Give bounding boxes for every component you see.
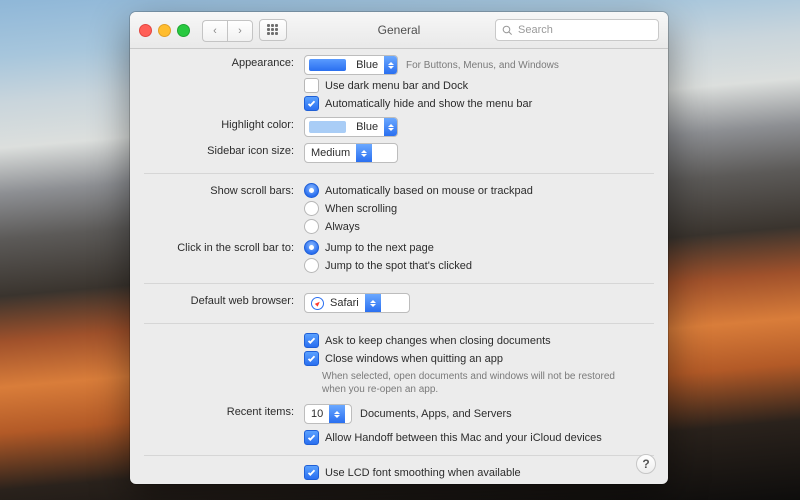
check-icon bbox=[307, 433, 316, 442]
appearance-select[interactable]: Blue bbox=[304, 55, 398, 75]
check-icon bbox=[307, 336, 316, 345]
help-label: ? bbox=[642, 457, 649, 471]
radio-scroll-always[interactable]: Always bbox=[304, 219, 360, 234]
radio-scroll-auto[interactable]: Automatically based on mouse or trackpad bbox=[304, 183, 533, 198]
sidebar-icon-value: Medium bbox=[305, 147, 356, 159]
checkbox-lcd-smoothing[interactable]: Use LCD font smoothing when available bbox=[304, 465, 521, 480]
radio-scroll-when[interactable]: When scrolling bbox=[304, 201, 397, 216]
row-browser: Default web browser: Safari bbox=[130, 290, 668, 317]
checkbox-label: Automatically hide and show the menu bar bbox=[325, 98, 532, 110]
window-controls bbox=[139, 24, 190, 37]
appearance-value: Blue bbox=[350, 59, 384, 71]
appearance-hint: For Buttons, Menus, and Windows bbox=[406, 60, 559, 71]
checkbox-auto-hide-menu[interactable]: Automatically hide and show the menu bar bbox=[304, 96, 532, 111]
radio-label: Jump to the next page bbox=[325, 242, 434, 254]
checkbox-label: Close windows when quitting an app bbox=[325, 353, 503, 365]
desktop-wallpaper: ‹ › General Search Appearance: bbox=[0, 0, 800, 500]
check-icon bbox=[307, 99, 316, 108]
radio-label: Always bbox=[325, 221, 360, 233]
label-browser: Default web browser: bbox=[138, 293, 294, 307]
minimize-button[interactable] bbox=[158, 24, 171, 37]
preferences-body: Appearance: Blue For Buttons, Menus, and… bbox=[130, 49, 668, 484]
help-button[interactable]: ? bbox=[636, 454, 656, 474]
check-icon bbox=[307, 354, 316, 363]
radio-label: When scrolling bbox=[325, 203, 397, 215]
row-doc-options: Ask to keep changes when closing documen… bbox=[130, 330, 668, 401]
checkbox-label: Ask to keep changes when closing documen… bbox=[325, 335, 551, 347]
close-windows-hint: When selected, open documents and window… bbox=[304, 369, 622, 398]
label-sidebar-icon: Sidebar icon size: bbox=[138, 143, 294, 157]
stepper-icon bbox=[356, 144, 372, 162]
label-click-scrollbar: Click in the scroll bar to: bbox=[138, 240, 294, 254]
label-highlight: Highlight color: bbox=[138, 117, 294, 131]
check-icon bbox=[307, 468, 316, 477]
checkbox-label: Use dark menu bar and Dock bbox=[325, 80, 468, 92]
radio-label: Automatically based on mouse or trackpad bbox=[325, 185, 533, 197]
browser-select[interactable]: Safari bbox=[304, 293, 410, 313]
label-recent: Recent items: bbox=[138, 404, 294, 418]
row-handoff: Allow Handoff between this Mac and your … bbox=[130, 427, 668, 449]
recent-select[interactable]: 10 bbox=[304, 404, 352, 424]
chevron-right-icon: › bbox=[238, 25, 242, 37]
window-titlebar: ‹ › General Search bbox=[130, 12, 668, 49]
browser-value: Safari bbox=[330, 297, 359, 309]
show-all-button[interactable] bbox=[259, 19, 287, 41]
row-sidebar-icon: Sidebar icon size: Medium bbox=[130, 140, 668, 167]
stepper-icon bbox=[384, 118, 397, 136]
search-input[interactable]: Search bbox=[495, 19, 659, 41]
separator bbox=[144, 455, 654, 456]
checkbox-label: Allow Handoff between this Mac and your … bbox=[325, 432, 602, 444]
row-recent: Recent items: 10 Documents, Apps, and Se… bbox=[130, 401, 668, 427]
row-appearance: Appearance: Blue For Buttons, Menus, and… bbox=[130, 49, 668, 114]
close-button[interactable] bbox=[139, 24, 152, 37]
row-scrollbars: Show scroll bars: Automatically based on… bbox=[130, 180, 668, 237]
radio-jump-next[interactable]: Jump to the next page bbox=[304, 240, 434, 255]
checkbox-label: Use LCD font smoothing when available bbox=[325, 467, 521, 479]
zoom-button[interactable] bbox=[177, 24, 190, 37]
recent-value: 10 bbox=[305, 408, 329, 420]
recent-suffix: Documents, Apps, and Servers bbox=[360, 408, 512, 420]
safari-icon bbox=[311, 297, 324, 310]
label-appearance: Appearance: bbox=[138, 55, 294, 69]
highlight-select[interactable]: Blue bbox=[304, 117, 398, 137]
checkbox-close-windows[interactable]: Close windows when quitting an app bbox=[304, 351, 503, 366]
search-icon bbox=[502, 25, 513, 36]
sidebar-icon-select[interactable]: Medium bbox=[304, 143, 398, 163]
color-swatch-blue bbox=[309, 59, 346, 71]
row-click-scrollbar: Click in the scroll bar to: Jump to the … bbox=[130, 237, 668, 277]
checkbox-ask-changes[interactable]: Ask to keep changes when closing documen… bbox=[304, 333, 551, 348]
separator bbox=[144, 173, 654, 174]
preferences-window: ‹ › General Search Appearance: bbox=[130, 12, 668, 484]
row-highlight: Highlight color: Blue bbox=[130, 114, 668, 140]
label-scrollbars: Show scroll bars: bbox=[138, 183, 294, 197]
radio-jump-spot[interactable]: Jump to the spot that's clicked bbox=[304, 258, 472, 273]
separator bbox=[144, 283, 654, 284]
grid-icon bbox=[267, 24, 279, 36]
stepper-icon bbox=[384, 56, 397, 74]
search-placeholder: Search bbox=[518, 24, 553, 36]
forward-button[interactable]: › bbox=[227, 20, 253, 42]
back-button[interactable]: ‹ bbox=[202, 20, 227, 42]
color-swatch-highlight bbox=[309, 121, 346, 133]
chevron-left-icon: ‹ bbox=[213, 25, 217, 37]
stepper-icon bbox=[329, 405, 345, 423]
stepper-icon bbox=[365, 294, 381, 312]
separator bbox=[144, 323, 654, 324]
highlight-value: Blue bbox=[350, 121, 384, 133]
checkbox-dark-menu[interactable]: Use dark menu bar and Dock bbox=[304, 78, 468, 93]
row-lcd: Use LCD font smoothing when available bbox=[130, 462, 668, 484]
checkbox-handoff[interactable]: Allow Handoff between this Mac and your … bbox=[304, 430, 602, 445]
nav-back-forward: ‹ › bbox=[202, 20, 253, 40]
radio-label: Jump to the spot that's clicked bbox=[325, 260, 472, 272]
